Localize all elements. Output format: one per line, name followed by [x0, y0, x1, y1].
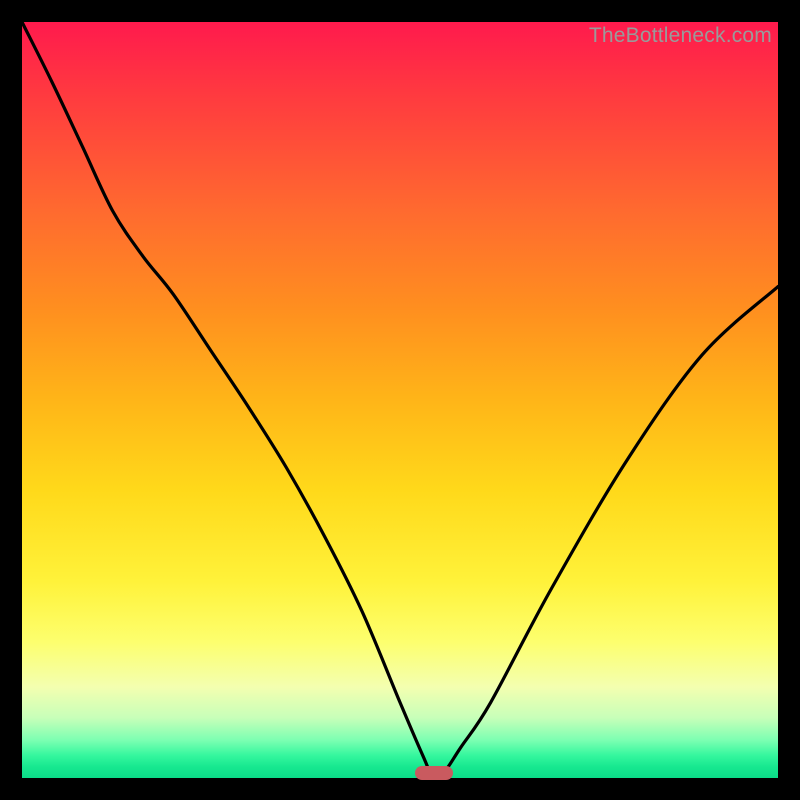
optimal-marker — [415, 766, 453, 780]
plot-area: TheBottleneck.com — [22, 22, 778, 778]
chart-frame: TheBottleneck.com — [10, 10, 790, 790]
bottleneck-curve — [22, 22, 778, 778]
